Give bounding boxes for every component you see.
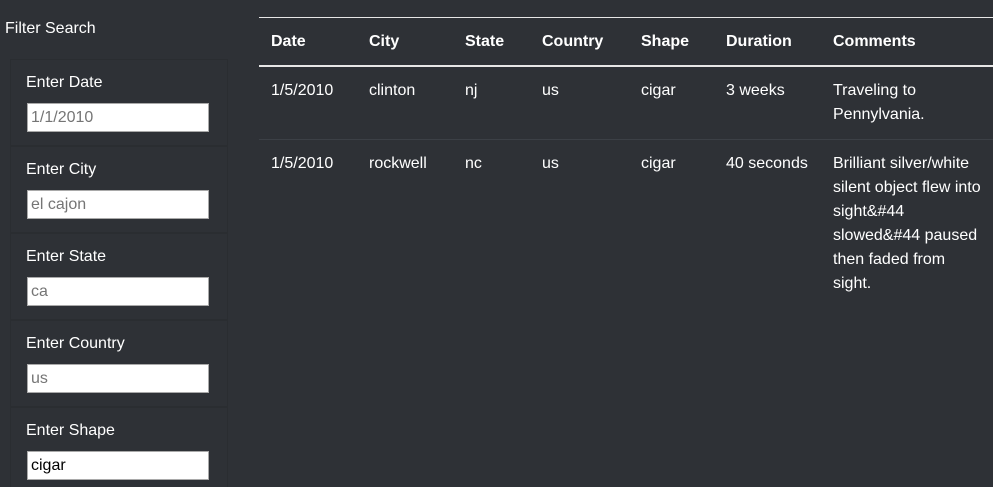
table-row: 1/5/2010 clinton nj us cigar 3 weeks Tra…	[259, 66, 993, 140]
city-filter-input[interactable]	[27, 190, 209, 219]
table-row: 1/5/2010 rockwell nc us cigar 40 seconds…	[259, 140, 993, 309]
cell-shape: cigar	[641, 155, 676, 172]
state-filter-label: Enter State	[26, 248, 107, 265]
column-header-city: City	[369, 32, 400, 50]
table-body: 1/5/2010 clinton nj us cigar 3 weeks Tra…	[259, 66, 993, 308]
app-root: Filter Search Enter Date Enter City Ente…	[0, 0, 993, 487]
cell-duration: 3 weeks	[726, 82, 785, 99]
filter-item-country: Enter Country	[10, 320, 228, 407]
results-panel: Date City State Country Shape Duration C…	[259, 17, 993, 308]
filter-list: Enter Date Enter City Enter State Enter …	[10, 59, 228, 487]
cell-country: us	[542, 82, 559, 99]
sidebar-heading: Filter Search	[5, 20, 96, 37]
filter-sidebar: Filter Search Enter Date Enter City Ente…	[0, 0, 232, 487]
cell-comments: Traveling to Pennylvania.	[833, 82, 925, 123]
ufo-sightings-table: Date City State Country Shape Duration C…	[259, 17, 993, 308]
date-filter-input[interactable]	[27, 103, 209, 132]
cell-shape: cigar	[641, 82, 676, 99]
country-filter-label: Enter Country	[26, 335, 125, 352]
header-row: Date City State Country Shape Duration C…	[259, 17, 993, 66]
cell-state: nj	[465, 82, 478, 99]
cell-date: 1/5/2010	[271, 82, 334, 99]
cell-date: 1/5/2010	[271, 155, 334, 172]
cell-comments: Brilliant silver/white silent object fle…	[833, 155, 981, 292]
cell-city: clinton	[369, 82, 416, 99]
city-filter-label: Enter City	[26, 161, 97, 178]
country-filter-input[interactable]	[27, 364, 209, 393]
cell-state: nc	[465, 155, 482, 172]
filter-item-city: Enter City	[10, 146, 228, 233]
column-header-state: State	[465, 32, 505, 50]
cell-duration: 40 seconds	[726, 155, 808, 172]
date-filter-label: Enter Date	[26, 74, 103, 91]
filter-item-shape: Enter Shape	[10, 407, 228, 487]
filter-item-date: Enter Date	[10, 59, 228, 146]
column-header-comments: Comments	[833, 32, 916, 50]
shape-filter-label: Enter Shape	[26, 422, 115, 439]
cell-city: rockwell	[369, 155, 427, 172]
column-header-date: Date	[271, 32, 306, 50]
column-header-shape: Shape	[641, 32, 690, 50]
column-header-country: Country	[542, 32, 604, 50]
table-header: Date City State Country Shape Duration C…	[259, 17, 993, 66]
filter-item-state: Enter State	[10, 233, 228, 320]
shape-filter-input[interactable]	[27, 451, 209, 480]
column-header-duration: Duration	[726, 32, 792, 50]
cell-country: us	[542, 155, 559, 172]
state-filter-input[interactable]	[27, 277, 209, 306]
